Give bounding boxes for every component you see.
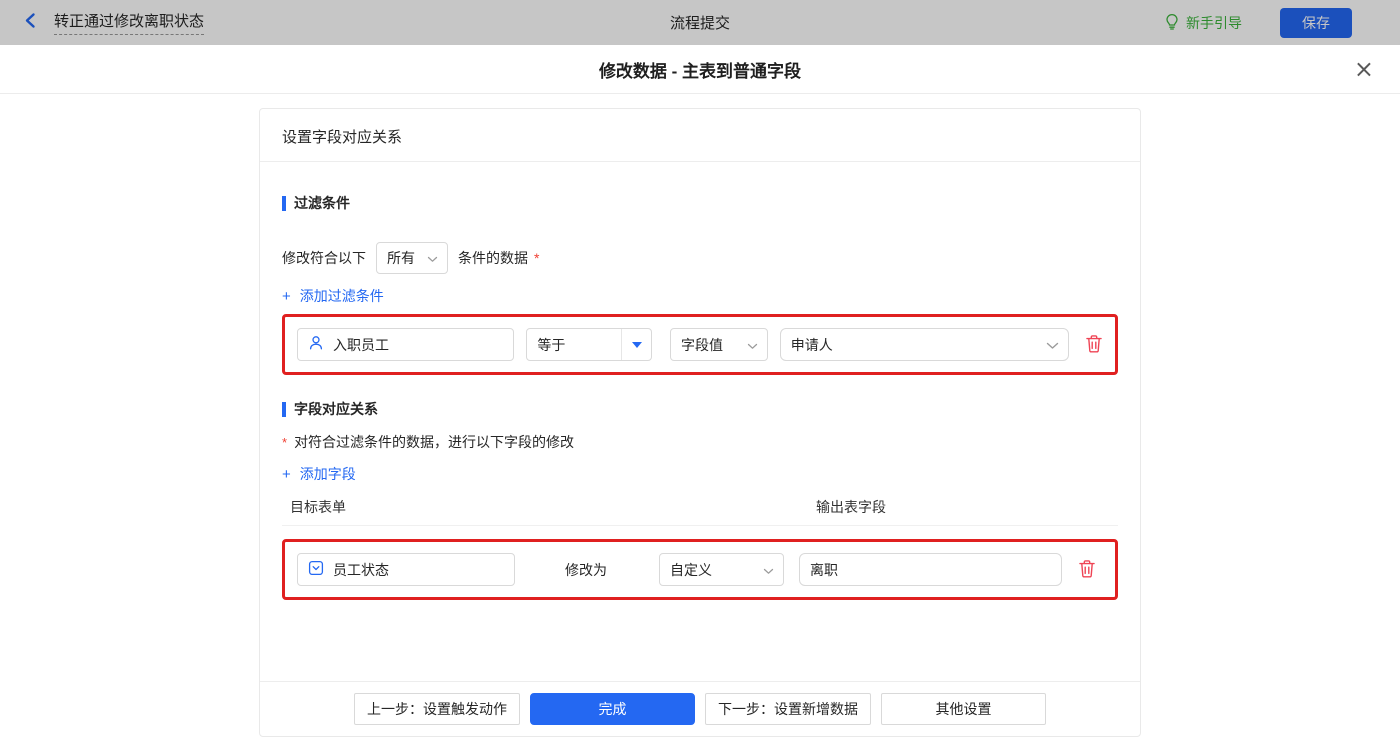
add-field-label: 添加字段 <box>299 466 356 482</box>
card-footer: 上一步：设置触发动作 完成 下一步：设置新增数据 其他设置 <box>260 681 1140 736</box>
add-filter-condition-label: 添加过滤条件 <box>299 288 384 304</box>
filter-field-select[interactable]: 入职员工 <box>297 328 515 361</box>
required-mark: * <box>282 434 288 450</box>
prev-step-button[interactable]: 上一步：设置触发动作 <box>354 693 520 725</box>
target-field-value: 员工状态 <box>333 561 389 578</box>
user-icon <box>308 335 324 354</box>
add-field-link[interactable]: + 添加字段 <box>282 464 356 484</box>
section-accent-bar <box>282 195 286 211</box>
mapping-hint-text: 对符合过滤条件的数据，进行以下字段的修改 <box>294 434 575 450</box>
match-mode-value: 所有 <box>387 250 415 266</box>
mapping-section-title: 字段对应关系 <box>282 399 1118 419</box>
operator-select[interactable]: 等于 <box>526 328 653 361</box>
required-mark: * <box>534 250 540 266</box>
other-settings-button[interactable]: 其他设置 <box>881 693 1046 725</box>
add-filter-condition-link[interactable]: + 添加过滤条件 <box>282 286 384 306</box>
lightbulb-icon <box>1164 13 1180 33</box>
chevron-left-icon <box>22 12 39 34</box>
done-button[interactable]: 完成 <box>530 693 695 725</box>
save-button[interactable]: 保存 <box>1280 7 1352 38</box>
beginner-guide-link[interactable]: 新手引导 <box>1164 13 1242 33</box>
match-mode-select[interactable]: 所有 <box>376 242 448 274</box>
filter-field-value: 入职员工 <box>333 336 389 353</box>
mapping-hint: * 对符合过滤条件的数据，进行以下字段的修改 <box>282 432 1118 452</box>
field-mapping-card: 设置字段对应关系 过滤条件 修改符合以下 所有 条件的数据 * + 添加过滤条件… <box>259 108 1141 737</box>
topbar: 转正通过修改离职状态 流程提交 新手引导 保存 <box>0 0 1400 45</box>
modal-header: 修改数据 - 主表到普通字段 × <box>0 45 1400 94</box>
filter-value: 申请人 <box>790 336 833 353</box>
modal-title: 修改数据 - 主表到普通字段 <box>598 61 802 81</box>
chevron-down-icon <box>1046 337 1059 353</box>
plus-icon: + <box>282 287 291 305</box>
card-body: 过滤条件 修改符合以下 所有 条件的数据 * + 添加过滤条件 入职员工 等于 … <box>260 162 1140 681</box>
mapping-section-label: 字段对应关系 <box>294 401 378 417</box>
beginner-guide-label: 新手引导 <box>1186 14 1242 31</box>
value-type-select[interactable]: 字段值 <box>670 328 768 361</box>
chevron-down-icon <box>747 337 758 353</box>
custom-value-input[interactable] <box>799 553 1062 586</box>
output-field-header: 输出表字段 <box>816 499 886 515</box>
flow-title: 转正通过修改离职状态 <box>54 10 205 35</box>
mapping-column-headers: 目标表单 输出表字段 <box>282 497 1118 526</box>
delete-condition-button[interactable] <box>1085 334 1103 356</box>
filter-sentence-suffix: 条件的数据 <box>458 250 528 266</box>
value-mode-select[interactable]: 自定义 <box>659 553 784 586</box>
value-type-value: 字段值 <box>681 336 724 353</box>
operator-caret[interactable] <box>621 329 651 360</box>
target-form-header: 目标表单 <box>290 499 346 515</box>
target-field-select[interactable]: 员工状态 <box>297 553 515 586</box>
edit-data-modal: 修改数据 - 主表到普通字段 × 设置字段对应关系 过滤条件 修改符合以下 所有 <box>0 45 1400 755</box>
operator-value: 等于 <box>537 336 566 353</box>
card-title: 设置字段对应关系 <box>260 109 1140 162</box>
filter-section-title: 过滤条件 <box>282 193 1118 213</box>
filter-sentence-prefix: 修改符合以下 <box>282 250 366 266</box>
trash-icon <box>1078 559 1096 581</box>
filter-value-select[interactable]: 申请人 <box>779 328 1069 361</box>
back-button[interactable] <box>22 12 39 34</box>
filter-condition-row: 入职员工 等于 字段值 申请人 <box>282 314 1118 375</box>
value-mode-value: 自定义 <box>670 561 712 578</box>
chevron-down-icon <box>763 562 774 578</box>
close-icon[interactable]: × <box>1354 57 1374 81</box>
filter-sentence: 修改符合以下 所有 条件的数据 * <box>282 242 1118 274</box>
caret-down-icon <box>631 341 642 348</box>
section-accent-bar <box>282 401 286 417</box>
filter-section-label: 过滤条件 <box>294 195 350 211</box>
trash-icon <box>1085 334 1103 356</box>
plus-icon: + <box>282 465 291 483</box>
delete-mapping-button[interactable] <box>1078 559 1096 581</box>
modify-to-label: 修改为 <box>565 561 607 578</box>
next-step-button[interactable]: 下一步：设置新增数据 <box>705 693 871 725</box>
field-mapping-row: 员工状态 修改为 自定义 <box>282 539 1118 600</box>
select-field-icon <box>308 560 324 579</box>
chevron-down-icon <box>427 250 438 266</box>
